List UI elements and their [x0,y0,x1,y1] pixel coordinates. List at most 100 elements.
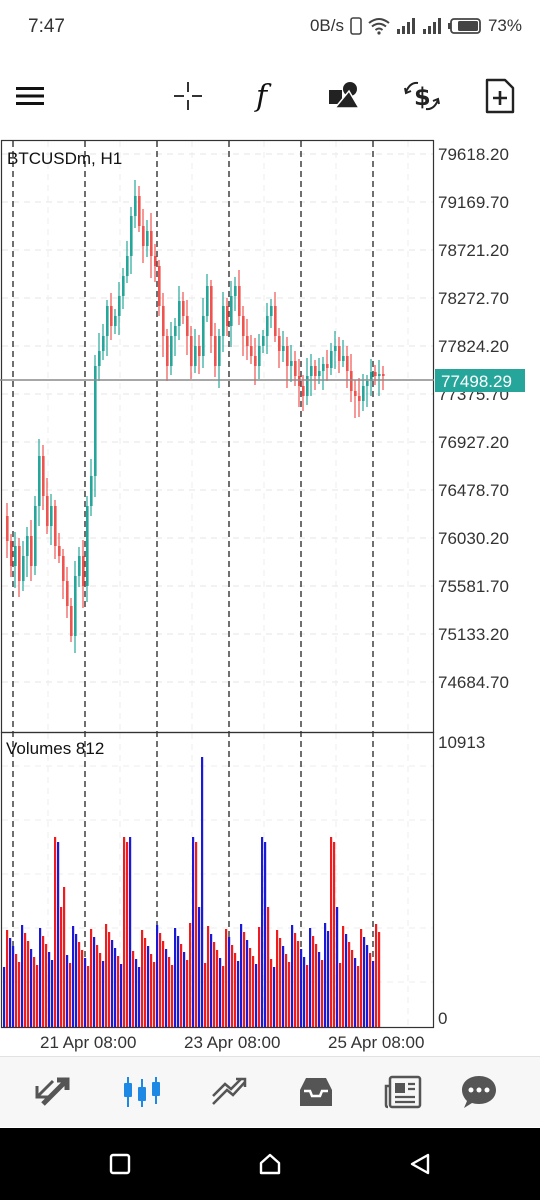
menu-button[interactable] [0,64,60,128]
volume-bar [186,960,189,1027]
candle-body [250,346,253,356]
price-panel-frame [0,139,435,734]
candle-body [186,316,189,336]
candle-body [278,336,281,351]
volume-bar [15,954,18,1027]
candle-body [54,506,57,546]
volume-bar [378,932,381,1027]
candle-body [222,306,225,336]
candle-body [326,364,329,368]
volume-bar [348,942,351,1027]
volume-label: Volumes 812 [6,739,104,758]
status-bar: 7:47 0B/s 73% [0,0,540,56]
candle-body [374,372,377,376]
candle-body [182,301,185,316]
candle-body [10,541,13,566]
candle-body [378,374,381,376]
volume-bar [198,907,201,1027]
candle-body [242,316,245,336]
home-button[interactable] [240,1142,300,1186]
volume-bar [117,956,120,1027]
candle-body [314,366,317,376]
recents-button[interactable] [90,1142,150,1186]
nav-chart[interactable] [97,1057,187,1127]
candle-body [358,396,361,401]
volume-bar [6,930,9,1027]
volume-bar [207,926,210,1027]
time-tick: 21 Apr 08:00 [40,1033,136,1052]
nav-trade[interactable] [184,1057,274,1127]
current-price-tag: 77498.29 [435,369,525,392]
volume-bar [75,934,78,1027]
nav-history[interactable] [271,1057,361,1127]
candle-body [302,386,305,396]
candle-body [294,361,297,376]
volume-bar [213,942,216,1027]
trade-button[interactable]: $ [392,64,452,128]
signal-icon-2 [422,18,441,34]
volume-bar [279,938,282,1027]
volume-bar [147,946,150,1027]
price-tick: 76927.20 [438,433,509,452]
volume-bar [273,967,276,1027]
candle-body [142,226,145,246]
candle-body [266,316,269,336]
new-order-button[interactable] [470,64,530,128]
indicators-button[interactable]: f [236,64,296,128]
volume-bar [138,967,141,1027]
volume-bar [150,954,153,1027]
price-chart[interactable]: BTCUSDm, H1 Volumes 812 79618.20 79169.7… [0,136,540,1056]
nav-messages[interactable] [434,1057,524,1127]
volume-bar [249,948,252,1027]
candle-body [38,456,41,506]
volume-bar [276,930,279,1027]
candle-body [254,356,257,366]
back-button[interactable] [390,1142,450,1186]
status-time: 7:47 [28,16,65,37]
candle-body [330,351,333,368]
shapes-icon [329,82,361,109]
recents-icon [109,1153,131,1175]
volume-bar [165,949,168,1027]
volume-bar [309,928,312,1027]
candle-body [178,301,181,326]
candle-body [74,576,77,636]
crosshair-button[interactable] [158,64,218,128]
candle-body [162,306,165,336]
function-icon: f [254,80,272,112]
back-icon [410,1153,430,1175]
candle-body [310,366,313,376]
volume-bar [330,837,333,1027]
volume-bar [81,950,84,1027]
trade-icon: $ [404,81,440,111]
chart-toolbar: f $ [0,64,540,128]
current-price-value: 77498.29 [441,372,512,391]
volume-bar [48,952,51,1027]
volume-bar [156,925,159,1027]
time-tick: 23 Apr 08:00 [184,1033,280,1052]
candle-body [214,336,217,366]
volume-bar [267,907,270,1027]
volume-bar [366,945,369,1027]
objects-button[interactable] [314,64,374,128]
volume-bar [210,934,213,1027]
nav-quotes[interactable] [10,1057,100,1127]
chart-canvas[interactable]: BTCUSDm, H1 Volumes 812 79618.20 79169.7… [0,136,540,1056]
volume-bar [270,959,273,1027]
volume-bar [321,960,324,1027]
volume-bar [30,949,33,1027]
price-tick: 78272.70 [438,289,509,308]
time-axis: 21 Apr 08:00 23 Apr 08:00 25 Apr 08:00 [40,1033,424,1052]
volume-bar [132,951,135,1027]
candle-body [118,296,121,316]
volume-bar [291,925,294,1027]
candle-body [34,506,37,566]
volume-bar [96,945,99,1027]
volume-bar [36,965,39,1027]
candle-body [362,386,365,401]
net-speed: 0B/s [309,16,344,35]
candle-body [322,364,325,371]
candle-body [334,346,337,351]
candle-body [130,216,133,256]
battery-icon [447,18,481,34]
